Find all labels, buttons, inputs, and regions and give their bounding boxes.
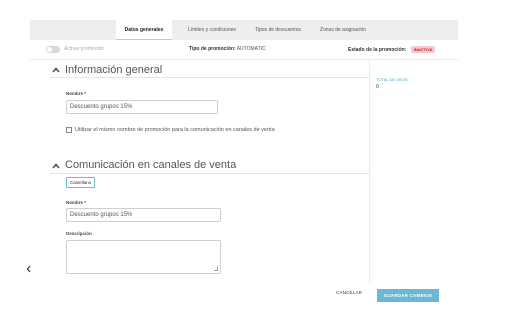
total-uses-value: 0 (376, 84, 379, 90)
status-badge: INACTIVA (410, 46, 436, 53)
resize-handle-icon[interactable] (214, 267, 218, 271)
section-divider (50, 173, 370, 174)
total-uses-label: TOTAL DE USOS (376, 77, 408, 82)
chevron-up-icon[interactable] (51, 161, 61, 171)
description-label: Descripción (66, 231, 92, 236)
section-title-general: Información general (65, 64, 163, 76)
section-divider (50, 77, 370, 78)
promotion-state-label: Estado de la promoción: (348, 47, 407, 53)
save-changes-button[interactable]: GUARDAR CAMBIOS (377, 289, 439, 302)
promotion-type-label: Tipo de promoción: (189, 46, 236, 52)
same-name-checkbox[interactable] (66, 127, 72, 133)
status-row: Activar promoción Tipo de promoción: AUT… (30, 40, 458, 60)
section-title-comunicacion: Comunicación en canales de venta (65, 159, 237, 171)
main-panel: Información general Nombre * Descuento g… (30, 60, 370, 282)
tab-datos-generales[interactable]: Datos generales (116, 20, 172, 40)
description-textarea[interactable] (66, 240, 221, 274)
activate-toggle[interactable] (46, 46, 60, 53)
tab-limites-condiciones[interactable]: Límites y condiciones (178, 20, 246, 40)
chevron-up-icon[interactable] (51, 65, 61, 75)
cancel-button[interactable]: CANCELAR (336, 290, 362, 295)
tab-zonas-asignacion[interactable]: Zonas de asignación (313, 20, 373, 40)
activate-toggle-label: Activar promoción (64, 46, 105, 52)
tab-bar: Datos generales Límites y condiciones Ti… (30, 20, 458, 40)
promotion-type: Tipo de promoción: AUTOMATIC (189, 46, 266, 52)
promotion-type-value: AUTOMATIC (236, 46, 266, 52)
name-label: Nombre * (66, 91, 87, 96)
chevron-left-icon[interactable] (26, 265, 32, 273)
usage-sidebar: TOTAL DE USOS 0 (376, 60, 458, 282)
same-name-checkbox-label: Utilizar el mismo nombre de promoción pa… (75, 127, 275, 133)
tab-tipos-descuentos[interactable]: Tipos de descuentos (246, 20, 310, 40)
language-button-castellano[interactable]: Castellano (66, 177, 96, 188)
comm-name-input[interactable]: Descuento grupos 15% (66, 208, 221, 222)
name-input[interactable]: Descuento grupos 15% (66, 100, 218, 114)
comm-name-label: Nombre * (66, 200, 87, 205)
promotion-state: Estado de la promoción: INACTIVA (348, 46, 436, 53)
